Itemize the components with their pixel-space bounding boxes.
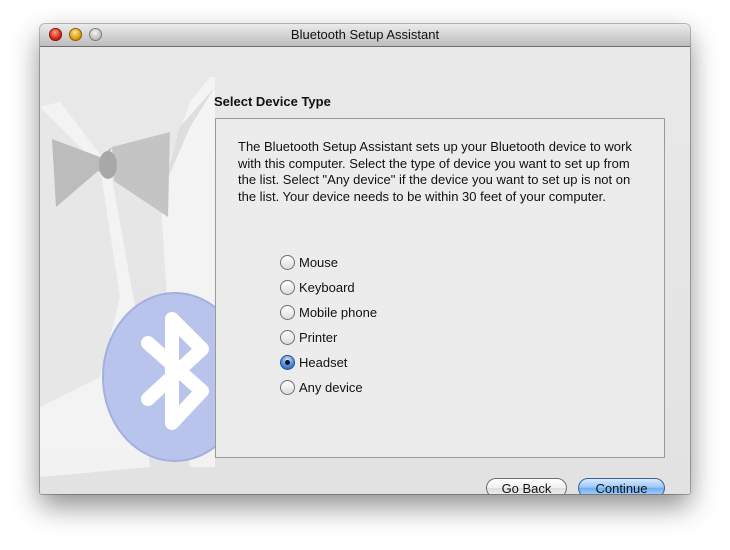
radio-option-keyboard[interactable]: Keyboard	[280, 275, 377, 300]
radio-option-mouse[interactable]: Mouse	[280, 250, 377, 275]
radio-label[interactable]: Mobile phone	[299, 305, 377, 320]
radio-option-any-device[interactable]: Any device	[280, 375, 377, 400]
window-title: Bluetooth Setup Assistant	[290, 27, 440, 42]
radio-button[interactable]	[280, 330, 295, 345]
setup-assistant-window: Bluetooth Setup Assistant Select Device …	[40, 24, 690, 494]
radio-label[interactable]: Any device	[299, 380, 363, 395]
device-type-radio-group: Mouse Keyboard Mobile phone Printer Headset A…	[280, 250, 377, 400]
title-bar[interactable]: Bluetooth Setup Assistant	[40, 24, 690, 47]
radio-label[interactable]: Keyboard	[299, 280, 355, 295]
continue-button[interactable]: Continue	[578, 478, 665, 494]
radio-option-headset[interactable]: Headset	[280, 350, 377, 375]
radio-option-printer[interactable]: Printer	[280, 325, 377, 350]
section-title: Select Device Type	[214, 94, 331, 109]
radio-label[interactable]: Mouse	[299, 255, 338, 270]
radio-label[interactable]: Printer	[299, 330, 337, 345]
radio-button[interactable]	[280, 355, 295, 370]
radio-selected-indicator	[285, 360, 290, 365]
instructions-text: The Bluetooth Setup Assistant sets up yo…	[238, 139, 632, 204]
radio-button[interactable]	[280, 280, 295, 295]
radio-label[interactable]: Headset	[299, 355, 347, 370]
window-content: Select Device Type The Bluetooth Setup A…	[40, 47, 690, 494]
radio-button[interactable]	[280, 305, 295, 320]
radio-button[interactable]	[280, 380, 295, 395]
device-type-panel: The Bluetooth Setup Assistant sets up yo…	[215, 118, 665, 458]
go-back-button[interactable]: Go Back	[486, 478, 567, 494]
radio-option-mobile-phone[interactable]: Mobile phone	[280, 300, 377, 325]
radio-button[interactable]	[280, 255, 295, 270]
